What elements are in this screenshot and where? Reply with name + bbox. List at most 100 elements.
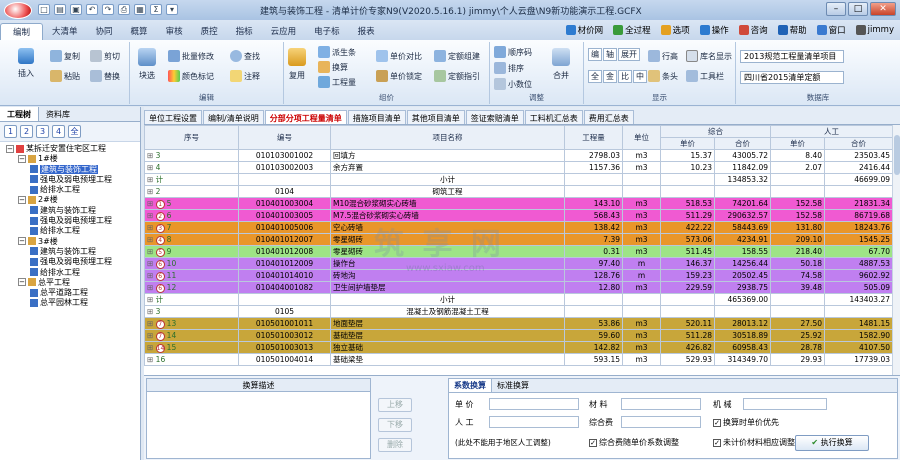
cell-rengong-price[interactable]: 209.10: [770, 233, 825, 246]
reuse-button[interactable]: 复用: [288, 48, 306, 81]
minimize-button[interactable]: –: [826, 2, 846, 16]
cell-unit[interactable]: m: [622, 269, 661, 282]
cell-name[interactable]: 余方弃置: [330, 161, 565, 174]
cell-rengong-price[interactable]: 39.48: [770, 281, 825, 294]
insert-button[interactable]: 插入: [18, 48, 34, 79]
cell-qty[interactable]: 59.60: [564, 329, 623, 342]
grid-vertical-scrollbar[interactable]: [892, 125, 900, 378]
standard-select[interactable]: 2013规范工程量清单项目: [740, 50, 844, 63]
collapse-icon[interactable]: −: [18, 154, 26, 163]
cell-qty[interactable]: 7.39: [564, 233, 623, 246]
cell-seq[interactable]: ⊞ 6 10: [144, 257, 239, 270]
cell-zonghe-price[interactable]: 520.11: [660, 317, 715, 330]
material-input[interactable]: [621, 398, 701, 410]
cell-rengong-total[interactable]: [824, 305, 893, 318]
cell-zonghe-price[interactable]: 511.45: [660, 245, 715, 258]
cell-rengong-price[interactable]: 131.80: [770, 221, 825, 234]
lib-name-button[interactable]: 库名显示: [686, 50, 732, 62]
table-row[interactable]: ⊞ 4 8 010401012007 零星砌砖 7.39 m3 573.06 4234.91 2…: [144, 233, 893, 246]
table-row[interactable]: ⊞ 7 14 010501003012 基础垫层 59.60 m3 511.28 30518.…: [144, 329, 893, 342]
calc-icon[interactable]: Σ: [150, 4, 162, 15]
cell-seq[interactable]: ⊞ 计: [144, 173, 239, 186]
cell-zonghe-price[interactable]: 511.28: [660, 329, 715, 342]
expand-icon[interactable]: ⊞: [147, 163, 156, 172]
cell-rengong-total[interactable]: 86719.68: [824, 209, 893, 222]
cell-code[interactable]: 010401003005: [238, 209, 331, 222]
table-row[interactable]: ⊞ 4 010103002003 余方弃置 1157.36 m3 10.23 11842.0…: [144, 161, 893, 174]
cell-rengong-price[interactable]: 218.40: [770, 245, 825, 258]
cell-unit[interactable]: m3: [622, 221, 661, 234]
table-row[interactable]: ⊞ 6 11 010401014010 砖地沟 128.76 m 159.23 20502.4…: [144, 269, 893, 282]
sub-tab-5[interactable]: 签证索赔清单: [465, 110, 524, 124]
material-adjust-checkbox[interactable]: ✓ 未计价材料相应调整: [713, 437, 795, 448]
top-tool-3[interactable]: 操作: [699, 24, 729, 36]
cell-seq[interactable]: ⊞ 37: [144, 221, 239, 234]
col-rengong-total[interactable]: 合价: [824, 137, 893, 150]
machine-input[interactable]: [743, 398, 827, 410]
move-up-button[interactable]: 上移: [378, 398, 412, 412]
cell-unit[interactable]: m3: [622, 329, 661, 342]
top-tool-2[interactable]: 选项: [660, 24, 690, 36]
cell-seq[interactable]: ⊞ 4: [144, 161, 239, 174]
top-tool-4[interactable]: 咨询: [738, 24, 768, 36]
top-tool-0[interactable]: 材价网: [565, 24, 603, 36]
cell-rengong-price[interactable]: [770, 173, 825, 186]
cell-unit[interactable]: m3: [622, 209, 661, 222]
col-unit[interactable]: 单位: [622, 125, 661, 150]
ribbon-tab-7[interactable]: 云应用: [262, 23, 306, 40]
tree-node[interactable]: 强电及弱电预埋工程: [0, 175, 140, 185]
cell-zonghe-total[interactable]: 11842.09: [714, 161, 771, 174]
expand-icon[interactable]: ⊞: [147, 223, 156, 232]
col-zonghe-price[interactable]: 单价: [660, 137, 715, 150]
cell-qty[interactable]: 143.10: [564, 197, 623, 210]
cell-code[interactable]: 010501003013: [238, 341, 331, 354]
cell-code[interactable]: 010404001082: [238, 281, 331, 294]
cell-rengong-price[interactable]: [770, 185, 825, 198]
table-row[interactable]: ⊞ 3 010103001002 回填方 2798.03 m3 15.37 43005.72…: [144, 149, 893, 162]
expand-icon[interactable]: ⊞: [147, 187, 156, 196]
labor-input[interactable]: [489, 416, 579, 428]
cell-rengong-total[interactable]: 1481.15: [824, 317, 893, 330]
cell-rengong-total[interactable]: 23503.45: [824, 149, 893, 162]
top-tool-7[interactable]: jimmy: [855, 24, 894, 36]
cell-seq[interactable]: ⊞ 2: [144, 185, 239, 198]
cell-qty[interactable]: 128.76: [564, 269, 623, 282]
cell-name[interactable]: 卫生间护墙垫层: [330, 281, 565, 294]
unit-price-input[interactable]: [489, 398, 579, 410]
cut-button[interactable]: 剪切: [90, 50, 120, 62]
table-row[interactable]: ⊞ 3 0105 混凝土及钢筋混凝土工程: [144, 305, 893, 318]
toggle-fold[interactable]: 展开: [618, 48, 640, 61]
cell-unit[interactable]: m3: [622, 245, 661, 258]
level-button-0[interactable]: 1: [4, 125, 17, 138]
col-zonghe-total[interactable]: 合价: [714, 137, 771, 150]
tree-node[interactable]: − 总平工程: [0, 278, 140, 288]
comp-fee-input[interactable]: [621, 416, 701, 428]
cell-code[interactable]: 010401014010: [238, 269, 331, 282]
left-tab-0[interactable]: 工程树: [0, 107, 39, 121]
sub-tab-1[interactable]: 编制/清单说明: [203, 110, 264, 124]
level-button-2[interactable]: 3: [36, 125, 49, 138]
cell-code[interactable]: 010401012007: [238, 233, 331, 246]
cell-rengong-price[interactable]: 2.07: [770, 161, 825, 174]
cell-qty[interactable]: 53.86: [564, 317, 623, 330]
ribbon-tab-3[interactable]: 概算: [122, 23, 157, 40]
cell-name[interactable]: 小计: [330, 173, 565, 186]
cell-zonghe-total[interactable]: 60958.43: [714, 341, 771, 354]
col-qty[interactable]: 工程量: [564, 125, 623, 150]
tree-node[interactable]: 总平园林工程: [0, 298, 140, 308]
cell-qty[interactable]: 593.15: [564, 353, 623, 366]
sub-tab-3[interactable]: 措施项目清单: [347, 110, 406, 124]
find-button[interactable]: 查找: [230, 50, 260, 62]
cell-seq[interactable]: ⊞ 48: [144, 233, 239, 246]
cell-zonghe-total[interactable]: 14256.44: [714, 257, 771, 270]
cell-qty[interactable]: 1157.36: [564, 161, 623, 174]
comp-fee-adjust-checkbox[interactable]: ✓ 综合费随单价系数调整: [589, 437, 679, 448]
expand-icon[interactable]: ⊞: [147, 331, 156, 340]
cell-zonghe-price[interactable]: [660, 185, 715, 198]
cell-seq[interactable]: ⊞ 3: [144, 149, 239, 162]
expand-icon[interactable]: ⊞: [147, 307, 156, 316]
ribbon-tab-1[interactable]: 大清单: [43, 23, 87, 40]
expand-icon[interactable]: ⊞: [147, 235, 156, 244]
delete-button[interactable]: 删除: [378, 438, 412, 452]
table-row[interactable]: ⊞ 14 15 010501003013 独立基础 142.82 m3 426.82 6095…: [144, 341, 893, 354]
